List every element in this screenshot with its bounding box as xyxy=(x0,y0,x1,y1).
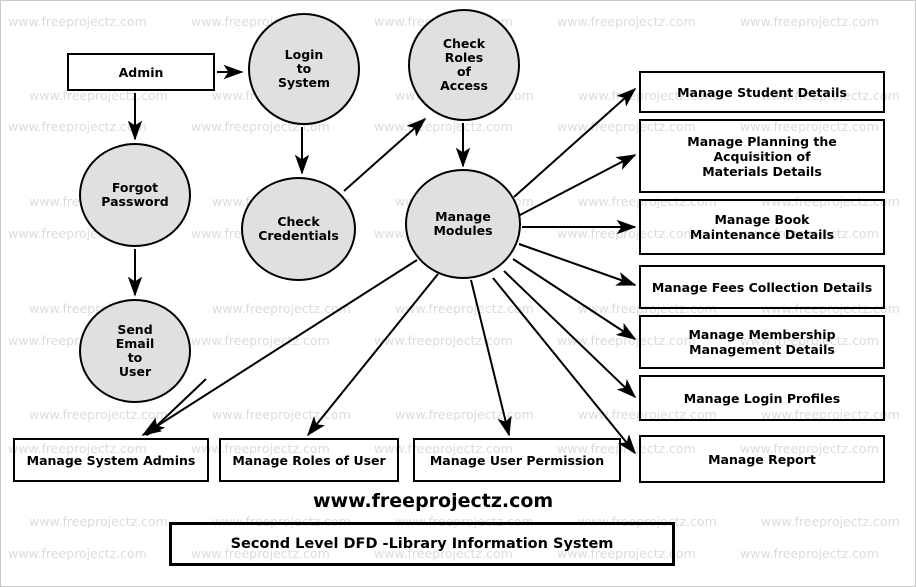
edge-check_credentials-to-check_roles_of_access xyxy=(343,117,427,192)
diagram-title-box: Second Level DFD -Library Information Sy… xyxy=(169,522,675,566)
node-manage-modules-label: Manage Modules xyxy=(433,209,493,238)
data-store-box[interactable]: Manage Book Maintenance Details xyxy=(639,199,885,255)
data-store-box[interactable]: Manage Planning the Acquisition of Mater… xyxy=(639,119,885,193)
edge-manage_modules-to-manage_membership xyxy=(512,258,637,340)
node-check-credentials-label: Check Credentials xyxy=(258,214,339,243)
edge-manage_modules-to-manage_login_profiles xyxy=(503,270,637,399)
watermark-text: www.freeprojectz.com xyxy=(395,407,534,422)
watermark-text: www.freeprojectz.com xyxy=(395,301,534,316)
data-store-label: Manage Report xyxy=(708,451,816,467)
node-check-roles-of-access-label: Check Roles of Access xyxy=(440,36,488,93)
data-store-box[interactable]: Manage Membership Management Details xyxy=(639,315,885,369)
edge-manage_modules-to-manage_fees_collection xyxy=(518,243,637,286)
watermark-text: www.freeprojectz.com xyxy=(212,301,351,316)
edge-manage_modules-to-manage_student_details xyxy=(513,87,637,198)
watermark-text: www.freeprojectz.com xyxy=(740,14,879,29)
watermark-text: www.freeprojectz.com xyxy=(557,14,696,29)
node-send-email-to-user-label: Send Email to User xyxy=(115,322,155,379)
data-store-label: Manage Fees Collection Details xyxy=(651,279,873,295)
node-check-roles-of-access[interactable]: Check Roles of Access xyxy=(408,9,520,121)
watermark-text: www.freeprojectz.com xyxy=(761,514,900,529)
watermark-text: www.freeprojectz.com xyxy=(8,119,147,134)
data-store-box[interactable]: Manage System Admins xyxy=(13,438,209,482)
dfd-canvas: www.freeprojectz.com www.freeprojectz.com… xyxy=(0,0,916,587)
node-manage-modules[interactable]: Manage Modules xyxy=(405,169,521,279)
node-check-credentials[interactable]: Check Credentials xyxy=(241,177,356,281)
edge-manage_modules-to-manage_user_permission xyxy=(470,279,512,437)
site-credit: www.freeprojectz.com xyxy=(313,490,554,512)
data-store-box[interactable]: Manage Login Profiles xyxy=(639,375,885,421)
node-forgot-password-label: Forgot Password xyxy=(101,180,169,209)
node-send-email-to-user[interactable]: Send Email to User xyxy=(79,299,191,403)
data-store-label: Manage Login Profiles xyxy=(683,390,841,406)
watermark-text: www.freeprojectz.com xyxy=(374,333,513,348)
node-forgot-password[interactable]: Forgot Password xyxy=(79,143,191,247)
data-store-label: Manage Book Maintenance Details xyxy=(689,212,835,242)
node-login-to-system[interactable]: Login to System xyxy=(248,13,360,125)
data-store-label: Manage System Admins xyxy=(26,452,196,468)
node-admin-label: Admin xyxy=(118,64,164,80)
data-store-label: Manage Membership Management Details xyxy=(688,327,836,357)
diagram-title-label: Second Level DFD -Library Information Sy… xyxy=(230,535,614,552)
node-login-to-system-label: Login to System xyxy=(277,47,331,90)
watermark-text: www.freeprojectz.com xyxy=(8,14,147,29)
data-store-label: Manage Student Details xyxy=(677,84,847,100)
data-store-box[interactable]: Manage Fees Collection Details xyxy=(639,265,885,309)
data-store-box[interactable]: Manage Report xyxy=(639,435,885,483)
watermark-text: www.freeprojectz.com xyxy=(29,514,168,529)
data-store-label: Manage Planning the Acquisition of Mater… xyxy=(687,133,837,179)
data-store-label: Manage User Permission xyxy=(429,452,605,468)
watermark-text: www.freeprojectz.com xyxy=(8,546,147,561)
watermark-text: www.freeprojectz.com xyxy=(29,407,168,422)
node-admin[interactable]: Admin xyxy=(67,53,215,91)
watermark-text: www.freeprojectz.com xyxy=(212,407,351,422)
data-store-label: Manage Roles of User xyxy=(232,452,386,468)
watermark-text: www.freeprojectz.com xyxy=(191,333,330,348)
watermark-text: www.freeprojectz.com xyxy=(740,546,879,561)
data-store-box[interactable]: Manage Roles of User xyxy=(219,438,399,482)
edge-manage_modules-to-manage_planning xyxy=(519,154,637,216)
edge-manage_modules-to-manage_report xyxy=(492,277,637,455)
edge-manage_modules-to-manage_roles_of_user xyxy=(306,273,439,437)
data-store-box[interactable]: Manage User Permission xyxy=(413,438,621,482)
data-store-box[interactable]: Manage Student Details xyxy=(639,71,885,113)
watermark-text: www.freeprojectz.com xyxy=(374,119,513,134)
